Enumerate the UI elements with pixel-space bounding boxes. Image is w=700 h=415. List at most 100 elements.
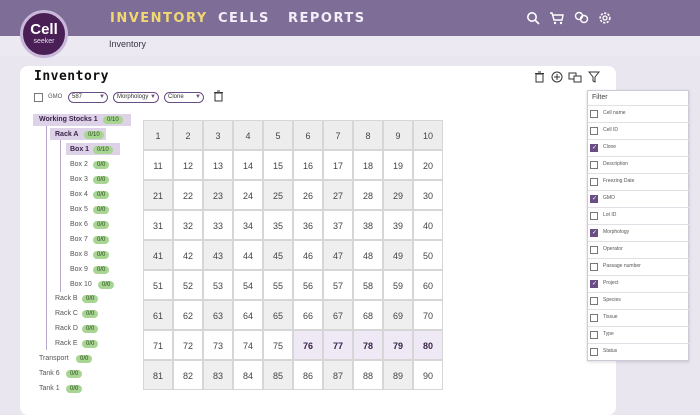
filter-option[interactable]: Description xyxy=(588,156,690,173)
grid-cell[interactable]: 45 xyxy=(263,240,293,270)
grid-cell[interactable]: 50 xyxy=(413,240,443,270)
search-icon[interactable] xyxy=(525,11,541,27)
tree-box-item[interactable]: Box 1 xyxy=(70,145,89,155)
grid-cell[interactable]: 58 xyxy=(353,270,383,300)
grid-cell[interactable]: 59 xyxy=(383,270,413,300)
tree-storage-item[interactable]: Transport xyxy=(39,354,69,364)
grid-cell[interactable]: 20 xyxy=(413,150,443,180)
grid-cell[interactable]: 9 xyxy=(383,120,413,150)
grid-cell[interactable]: 76 xyxy=(293,330,323,360)
grid-cell[interactable]: 55 xyxy=(263,270,293,300)
grid-cell[interactable]: 2 xyxy=(173,120,203,150)
grid-cell[interactable]: 82 xyxy=(173,360,203,390)
grid-cell[interactable]: 17 xyxy=(323,150,353,180)
grid-cell[interactable]: 39 xyxy=(383,210,413,240)
app-logo[interactable]: Cell seeker xyxy=(20,10,68,58)
grid-cell[interactable]: 43 xyxy=(203,240,233,270)
grid-cell[interactable]: 30 xyxy=(413,180,443,210)
grid-cell[interactable]: 84 xyxy=(233,360,263,390)
grid-cell[interactable]: 35 xyxy=(263,210,293,240)
grid-cell[interactable]: 40 xyxy=(413,210,443,240)
grid-cell[interactable]: 79 xyxy=(383,330,413,360)
grid-cell[interactable]: 18 xyxy=(353,150,383,180)
grid-cell[interactable]: 62 xyxy=(173,300,203,330)
filter-option[interactable]: Project xyxy=(588,275,690,292)
clear-filters-icon[interactable] xyxy=(211,90,225,104)
select-number[interactable]: 587 ▼ xyxy=(68,92,108,103)
grid-cell[interactable]: 52 xyxy=(173,270,203,300)
filter-checkbox[interactable] xyxy=(590,331,598,339)
grid-cell[interactable]: 21 xyxy=(143,180,173,210)
nav-inventory[interactable]: INVENTORY xyxy=(110,11,208,26)
gear-icon[interactable] xyxy=(597,11,613,27)
delete-icon[interactable] xyxy=(532,71,546,85)
grid-cell[interactable]: 38 xyxy=(353,210,383,240)
filter-icon[interactable] xyxy=(587,71,601,85)
filter-option[interactable]: Species xyxy=(588,292,690,309)
filter-checkbox[interactable] xyxy=(590,110,598,118)
filter-checkbox[interactable] xyxy=(590,280,598,288)
tree-box-item[interactable]: Box 6 xyxy=(70,220,88,230)
grid-cell[interactable]: 60 xyxy=(413,270,443,300)
select-clone[interactable]: Clone ▼ xyxy=(164,92,204,103)
filter-checkbox[interactable] xyxy=(590,195,598,203)
grid-cell[interactable]: 41 xyxy=(143,240,173,270)
grid-cell[interactable]: 24 xyxy=(233,180,263,210)
filter-checkbox[interactable] xyxy=(590,229,598,237)
grid-cell[interactable]: 61 xyxy=(143,300,173,330)
filter-checkbox[interactable] xyxy=(590,348,598,356)
filter-option[interactable]: Tissue xyxy=(588,309,690,326)
tree-storage-item[interactable]: Tank 1 xyxy=(39,384,60,394)
grid-cell[interactable]: 25 xyxy=(263,180,293,210)
filter-option[interactable]: Morphology xyxy=(588,224,690,241)
tree-box-item[interactable]: Box 10 xyxy=(70,280,92,290)
grid-cell[interactable]: 56 xyxy=(293,270,323,300)
tree-rack-item[interactable]: Rack D xyxy=(55,324,78,334)
grid-cell[interactable]: 23 xyxy=(203,180,233,210)
grid-cell[interactable]: 10 xyxy=(413,120,443,150)
tree-box-item[interactable]: Box 2 xyxy=(70,160,88,170)
grid-cell[interactable]: 12 xyxy=(173,150,203,180)
grid-cell[interactable]: 63 xyxy=(203,300,233,330)
filter-checkbox[interactable] xyxy=(590,144,598,152)
grid-cell[interactable]: 67 xyxy=(323,300,353,330)
grid-cell[interactable]: 75 xyxy=(263,330,293,360)
filter-checkbox[interactable] xyxy=(590,263,598,271)
grid-cell[interactable]: 4 xyxy=(233,120,263,150)
grid-cell[interactable]: 1 xyxy=(143,120,173,150)
grid-cell[interactable]: 3 xyxy=(203,120,233,150)
grid-cell[interactable]: 11 xyxy=(143,150,173,180)
filter-checkbox[interactable] xyxy=(590,314,598,322)
grid-cell[interactable]: 36 xyxy=(293,210,323,240)
tree-working-stocks[interactable]: Working Stocks 1 xyxy=(39,115,98,125)
grid-cell[interactable]: 68 xyxy=(353,300,383,330)
tree-box-item[interactable]: Box 5 xyxy=(70,205,88,215)
tree-storage-item[interactable]: Tank 6 xyxy=(39,369,60,379)
grid-cell[interactable]: 65 xyxy=(263,300,293,330)
filter-checkbox[interactable] xyxy=(590,178,598,186)
grid-cell[interactable]: 48 xyxy=(353,240,383,270)
grid-cell[interactable]: 32 xyxy=(173,210,203,240)
tree-rack-a[interactable]: Rack A xyxy=(55,130,78,140)
tree-rack-item[interactable]: Rack C xyxy=(55,309,78,319)
filter-checkbox[interactable] xyxy=(590,161,598,169)
grid-cell[interactable]: 66 xyxy=(293,300,323,330)
filter-option[interactable]: Freezing Date xyxy=(588,173,690,190)
filter-option[interactable]: Type xyxy=(588,326,690,343)
grid-cell[interactable]: 44 xyxy=(233,240,263,270)
filter-checkbox[interactable] xyxy=(590,246,598,254)
grid-cell[interactable]: 87 xyxy=(323,360,353,390)
grid-cell[interactable]: 8 xyxy=(353,120,383,150)
grid-cell[interactable]: 13 xyxy=(203,150,233,180)
grid-cell[interactable]: 51 xyxy=(143,270,173,300)
grid-cell[interactable]: 74 xyxy=(233,330,263,360)
grid-cell[interactable]: 37 xyxy=(323,210,353,240)
filter-option[interactable]: Lot ID xyxy=(588,207,690,224)
grid-cell[interactable]: 47 xyxy=(323,240,353,270)
grid-cell[interactable]: 86 xyxy=(293,360,323,390)
grid-cell[interactable]: 19 xyxy=(383,150,413,180)
grid-cell[interactable]: 26 xyxy=(293,180,323,210)
tree-rack-item[interactable]: Rack B xyxy=(55,294,78,304)
grid-cell[interactable]: 81 xyxy=(143,360,173,390)
select-morphology[interactable]: Morphology ▼ xyxy=(113,92,159,103)
